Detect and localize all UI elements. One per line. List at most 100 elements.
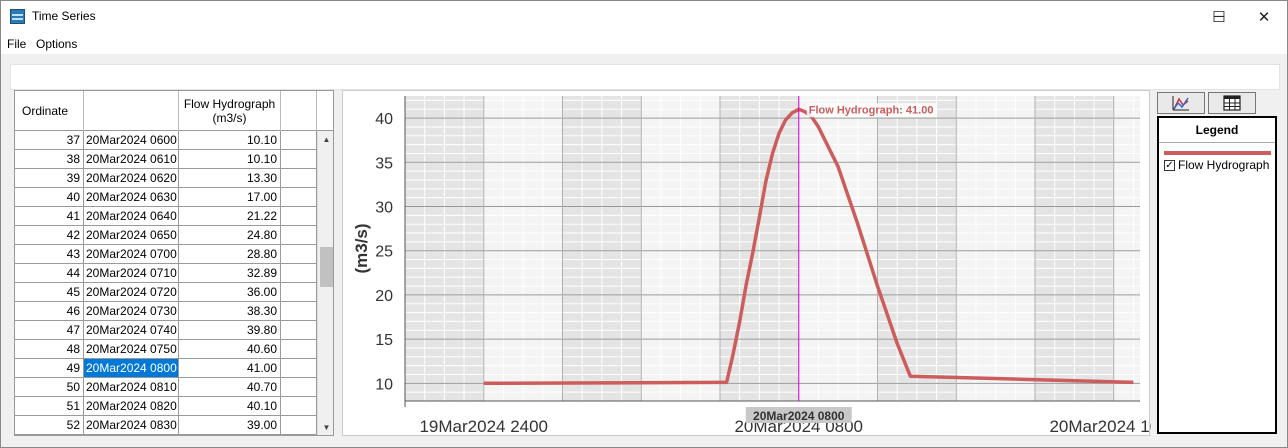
blank-cell[interactable] [281,321,317,339]
flow-value-cell[interactable]: 28.80 [179,245,281,263]
blank-cell[interactable] [281,245,317,263]
header-flow[interactable]: Flow Hydrograph (m3/s) [179,91,281,131]
ordinate-cell[interactable]: 44 [15,264,84,282]
hydrograph-chart[interactable]: 10 15 20 25 30 35 40 (m3/s) 19Mar2024 2400 20Mar2… [343,91,1151,437]
date-cell[interactable]: 20Mar2024 0740 [84,321,179,339]
date-cell[interactable]: 20Mar2024 0620 [84,169,179,187]
table-row[interactable]: 48 20Mar2024 0750 40.60 [15,340,317,359]
date-cell[interactable]: 20Mar2024 0700 [84,245,179,263]
date-cell[interactable]: 20Mar2024 0720 [84,283,179,301]
x-tick-label: 19Mar2024 2400 [419,417,548,436]
blank-cell[interactable] [281,283,317,301]
date-cell[interactable]: 20Mar2024 0710 [84,264,179,282]
table-row[interactable]: 44 20Mar2024 0710 32.89 [15,264,317,283]
table-row[interactable]: 39 20Mar2024 0620 13.30 [15,169,317,188]
scroll-up-arrow-icon[interactable]: ▲ [318,131,333,148]
date-cell[interactable]: 20Mar2024 0800 [84,359,179,377]
blank-cell[interactable] [281,397,317,415]
table-row[interactable]: 50 20Mar2024 0810 40.70 [15,378,317,397]
date-cell[interactable]: 20Mar2024 0600 [84,131,179,149]
ordinate-cell[interactable]: 52 [15,416,84,434]
close-button[interactable]: ✕ [1241,1,1287,32]
table-row[interactable]: 42 20Mar2024 0650 24.80 [15,226,317,245]
date-cell[interactable]: 20Mar2024 0650 [84,226,179,244]
ordinate-cell[interactable]: 37 [15,131,84,149]
date-cell[interactable]: 20Mar2024 0730 [84,302,179,320]
flow-value-cell[interactable]: 21.22 [179,207,281,225]
table-row[interactable]: 51 20Mar2024 0820 40.10 [15,397,317,416]
table-row[interactable]: 52 20Mar2024 0830 39.00 [15,416,317,435]
date-cell[interactable]: 20Mar2024 0810 [84,378,179,396]
date-cell[interactable]: 20Mar2024 0640 [84,207,179,225]
scroll-thumb[interactable] [320,247,333,287]
flow-value-cell[interactable]: 39.00 [179,416,281,434]
blank-cell[interactable] [281,207,317,225]
table-view-button[interactable] [1208,92,1256,114]
blank-cell[interactable] [281,378,317,396]
table-row[interactable]: 47 20Mar2024 0740 39.80 [15,321,317,340]
flow-value-cell[interactable]: 13.30 [179,169,281,187]
date-cell[interactable]: 20Mar2024 0610 [84,150,179,168]
legend-checkbox[interactable]: ✓ [1164,159,1175,171]
flow-value-cell[interactable]: 24.80 [179,226,281,244]
ordinate-cell[interactable]: 47 [15,321,84,339]
menu-file[interactable]: File [7,37,26,51]
flow-value-cell[interactable]: 41.00 [179,359,281,377]
table-row[interactable]: 45 20Mar2024 0720 36.00 [15,283,317,302]
flow-value-cell[interactable]: 38.30 [179,302,281,320]
blank-cell[interactable] [281,169,317,187]
table-row[interactable]: 49 20Mar2024 0800 41.00 [15,359,317,378]
flow-value-cell[interactable]: 36.00 [179,283,281,301]
flow-value-cell[interactable]: 40.60 [179,340,281,358]
table-scrollbar[interactable]: ▲ ▼ [317,131,333,435]
ordinate-cell[interactable]: 51 [15,397,84,415]
blank-cell[interactable] [281,359,317,377]
flow-value-cell[interactable]: 32.89 [179,264,281,282]
maximize-button[interactable]: ☐ [1196,1,1242,32]
table-row[interactable]: 46 20Mar2024 0730 38.30 [15,302,317,321]
ordinate-cell[interactable]: 45 [15,283,84,301]
ordinate-cell[interactable]: 49 [15,359,84,377]
date-cell[interactable]: 20Mar2024 0830 [84,416,179,434]
blank-cell[interactable] [281,264,317,282]
chart-view-button[interactable] [1157,92,1205,114]
blank-cell[interactable] [281,302,317,320]
table-row[interactable]: 41 20Mar2024 0640 21.22 [15,207,317,226]
chart-panel[interactable]: 10 15 20 25 30 35 40 (m3/s) 19Mar2024 2400 20Mar2… [342,90,1151,437]
ordinate-cell[interactable]: 46 [15,302,84,320]
table-row[interactable]: 38 20Mar2024 0610 10.10 [15,150,317,169]
ordinate-cell[interactable]: 39 [15,169,84,187]
flow-value-cell[interactable]: 17.00 [179,188,281,206]
ordinate-cell[interactable]: 40 [15,188,84,206]
flow-value-cell[interactable]: 10.10 [179,150,281,168]
blank-cell[interactable] [281,226,317,244]
ordinate-cell[interactable]: 38 [15,150,84,168]
header-ordinate[interactable]: Ordinate [15,91,84,131]
flow-value-cell[interactable]: 40.10 [179,397,281,415]
blank-cell[interactable] [281,131,317,149]
date-cell[interactable]: 20Mar2024 0820 [84,397,179,415]
ordinate-cell[interactable]: 42 [15,226,84,244]
table-row[interactable]: 37 20Mar2024 0600 10.10 [15,131,317,150]
blank-cell[interactable] [281,416,317,434]
flow-value-cell[interactable]: 39.80 [179,321,281,339]
legend-item-flow-hydrograph[interactable]: ✓ Flow Hydrograph [1164,158,1269,172]
scroll-down-arrow-icon[interactable]: ▼ [318,419,333,435]
ordinate-cell[interactable]: 50 [15,378,84,396]
menu-options[interactable]: Options [36,37,77,51]
table-row[interactable]: 40 20Mar2024 0630 17.00 [15,188,317,207]
date-cell[interactable]: 20Mar2024 0750 [84,340,179,358]
ordinate-cell[interactable]: 48 [15,340,84,358]
blank-cell[interactable] [281,150,317,168]
app-icon [10,9,25,24]
blank-cell[interactable] [281,188,317,206]
flow-value-cell[interactable]: 40.70 [179,378,281,396]
legend-title: Legend [1159,118,1275,143]
date-cell[interactable]: 20Mar2024 0630 [84,188,179,206]
table-row[interactable]: 43 20Mar2024 0700 28.80 [15,245,317,264]
ordinate-cell[interactable]: 43 [15,245,84,263]
header-date[interactable] [84,91,179,131]
ordinate-cell[interactable]: 41 [15,207,84,225]
flow-value-cell[interactable]: 10.10 [179,131,281,149]
blank-cell[interactable] [281,340,317,358]
